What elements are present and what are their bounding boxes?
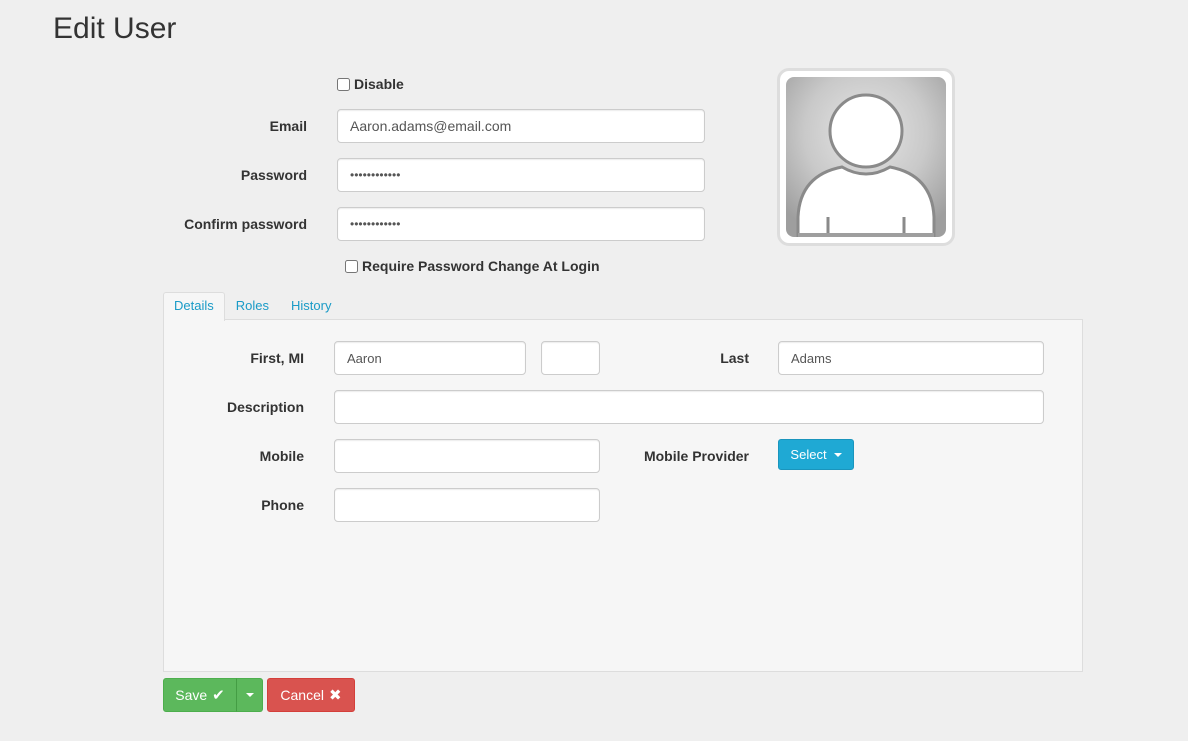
first-mi-label: First, MI	[250, 350, 304, 366]
require-password-change-label: Require Password Change At Login	[362, 258, 600, 274]
description-input[interactable]	[334, 390, 1044, 424]
tab-roles[interactable]: Roles	[225, 292, 280, 320]
close-x-icon: ✖	[329, 686, 342, 704]
mobile-label: Mobile	[259, 448, 304, 464]
mobile-provider-select-label: Select	[790, 447, 827, 462]
phone-input[interactable]	[334, 488, 600, 522]
email-input[interactable]	[337, 109, 705, 143]
last-name-input[interactable]	[778, 341, 1044, 375]
checkmark-icon: ✔	[212, 686, 225, 704]
mobile-provider-select-button[interactable]: Select	[778, 439, 854, 470]
middle-initial-input[interactable]	[541, 341, 600, 375]
save-dropdown-toggle[interactable]	[236, 678, 263, 712]
mobile-provider-label: Mobile Provider	[643, 448, 749, 464]
confirm-password-input[interactable]	[337, 207, 705, 241]
cancel-button[interactable]: Cancel ✖	[267, 678, 355, 712]
tab-history[interactable]: History	[280, 292, 342, 320]
caret-down-icon	[245, 693, 254, 697]
phone-label: Phone	[261, 497, 304, 513]
tab-details[interactable]: Details	[163, 292, 225, 321]
avatar[interactable]	[777, 68, 955, 246]
confirm-password-label: Confirm password	[184, 216, 307, 232]
last-name-label: Last	[720, 350, 749, 366]
first-name-input[interactable]	[334, 341, 526, 375]
page-title: Edit User	[53, 12, 177, 45]
disable-label: Disable	[354, 76, 404, 92]
disable-checkbox-row[interactable]: Disable	[337, 76, 404, 92]
password-label: Password	[240, 167, 307, 183]
default-user-avatar-icon	[786, 77, 946, 237]
mobile-input[interactable]	[334, 439, 600, 473]
password-input[interactable]	[337, 158, 705, 192]
save-label: Save	[175, 687, 208, 703]
description-label: Description	[226, 399, 304, 415]
save-button[interactable]: Save ✔	[163, 678, 237, 712]
require-password-change-row[interactable]: Require Password Change At Login	[345, 258, 600, 274]
disable-checkbox[interactable]	[337, 77, 350, 91]
require-password-change-checkbox[interactable]	[345, 259, 358, 273]
caret-down-icon	[833, 452, 842, 457]
cancel-label: Cancel	[280, 687, 324, 703]
tab-bar: Details Roles History	[163, 292, 342, 321]
email-label: Email	[269, 118, 307, 134]
